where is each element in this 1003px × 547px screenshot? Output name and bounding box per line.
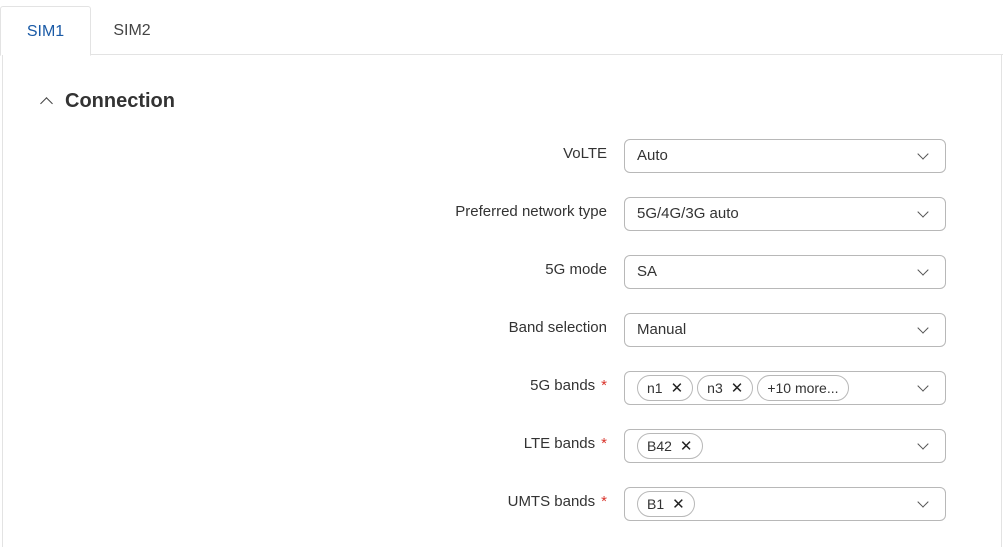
5g-bands-label: 5G bands * xyxy=(530,377,607,394)
band-chip: n3 ✕ xyxy=(697,375,754,401)
lte-bands-row: LTE bands * B42 ✕ xyxy=(0,429,1003,463)
network-type-label: Preferred network type xyxy=(455,203,607,220)
band-selection-value: Manual xyxy=(637,321,687,338)
chevron-down-icon xyxy=(917,148,929,160)
band-selection-select[interactable]: Manual xyxy=(624,313,946,347)
5g-bands-multiselect[interactable]: n1 ✕ n3 ✕ +10 more... xyxy=(624,371,946,405)
chevron-down-icon xyxy=(917,438,929,450)
chevron-down-icon xyxy=(917,264,929,276)
required-marker: * xyxy=(601,493,607,510)
more-bands-chip[interactable]: +10 more... xyxy=(757,375,849,401)
band-selection-label: Band selection xyxy=(508,319,607,336)
band-chip: n1 ✕ xyxy=(637,375,694,401)
tab-panel xyxy=(2,55,1002,547)
network-type-value: 5G/4G/3G auto xyxy=(637,205,739,222)
chevron-down-icon xyxy=(917,380,929,392)
network-type-select[interactable]: 5G/4G/3G auto xyxy=(624,197,946,231)
chevron-up-icon xyxy=(40,97,53,110)
band-selection-row: Band selection Manual xyxy=(0,313,1003,347)
chevron-down-icon xyxy=(917,206,929,218)
required-marker: * xyxy=(601,377,607,394)
band-chip: B1 ✕ xyxy=(637,491,695,517)
band-chip: B42 ✕ xyxy=(637,433,703,459)
remove-icon[interactable]: ✕ xyxy=(731,381,744,396)
lte-bands-label: LTE bands * xyxy=(523,435,607,452)
remove-icon[interactable]: ✕ xyxy=(680,439,693,454)
chevron-down-icon xyxy=(917,496,929,508)
5g-mode-label: 5G mode xyxy=(545,261,607,278)
5g-mode-value: SA xyxy=(637,263,658,280)
volte-row: VoLTE Auto xyxy=(0,139,1003,173)
5g-mode-row: 5G mode SA xyxy=(0,255,1003,289)
lte-bands-multiselect[interactable]: B42 ✕ xyxy=(624,429,946,463)
section-title: Connection xyxy=(65,89,175,112)
tab-sim1[interactable]: SIM1 xyxy=(0,6,91,56)
volte-value: Auto xyxy=(637,147,668,164)
remove-icon[interactable]: ✕ xyxy=(672,497,685,512)
umts-bands-label: UMTS bands * xyxy=(507,493,607,510)
network-type-row: Preferred network type 5G/4G/3G auto xyxy=(0,197,1003,231)
remove-icon[interactable]: ✕ xyxy=(671,381,684,396)
required-marker: * xyxy=(601,435,607,452)
tab-bar: SIM1 SIM2 xyxy=(0,0,1003,56)
5g-bands-row: 5G bands * n1 ✕ n3 ✕ +10 more... xyxy=(0,371,1003,405)
umts-bands-row: UMTS bands * B1 ✕ xyxy=(0,487,1003,521)
umts-bands-multiselect[interactable]: B1 ✕ xyxy=(624,487,946,521)
connection-section-toggle[interactable]: Connection xyxy=(40,87,175,115)
chevron-down-icon xyxy=(917,322,929,334)
tab-sim2[interactable]: SIM2 xyxy=(91,6,173,55)
5g-mode-select[interactable]: SA xyxy=(624,255,946,289)
volte-label: VoLTE xyxy=(563,145,607,162)
volte-select[interactable]: Auto xyxy=(624,139,946,173)
